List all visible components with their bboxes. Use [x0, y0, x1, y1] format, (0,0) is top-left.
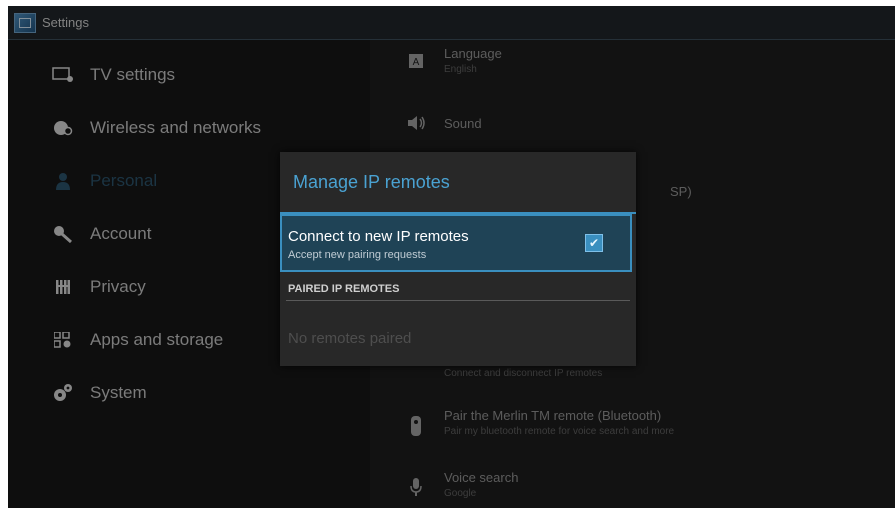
manage-ip-remotes-dialog: Manage IP remotes Connect to new IP remo… [280, 152, 636, 366]
no-remotes-text: No remotes paired [288, 330, 412, 347]
connect-checkbox[interactable]: ✔ [585, 234, 603, 252]
option-title: Connect to new IP remotes [288, 228, 469, 245]
paired-remotes-header: PAIRED IP REMOTES [288, 283, 400, 295]
option-subtitle: Accept new pairing requests [288, 249, 427, 261]
connect-new-remotes-option[interactable]: Connect to new IP remotes Accept new pai… [280, 214, 632, 272]
screen: Settings TV settings Wireless and networ… [8, 6, 895, 508]
dialog-title: Manage IP remotes [293, 172, 450, 192]
section-divider [286, 300, 630, 301]
